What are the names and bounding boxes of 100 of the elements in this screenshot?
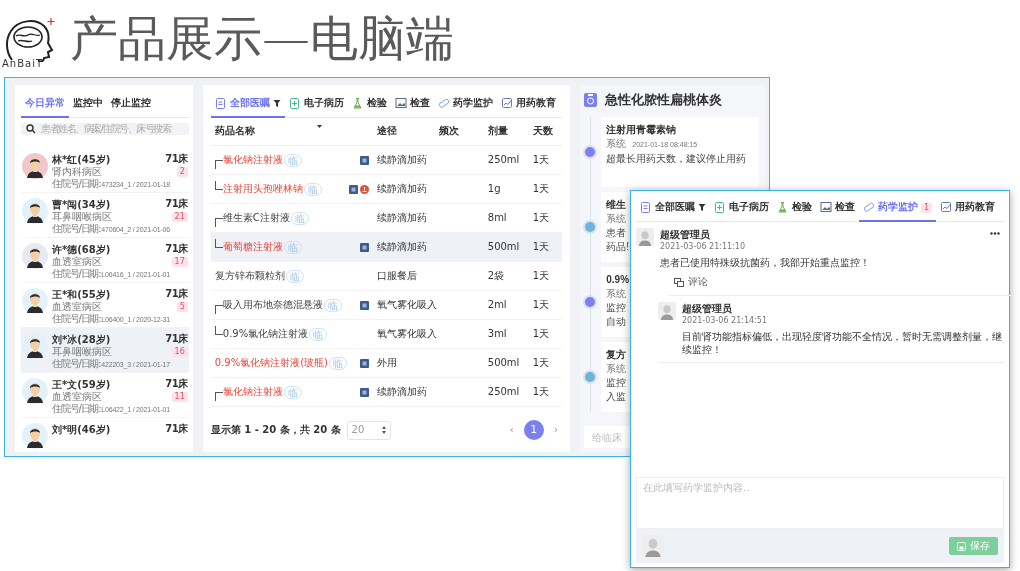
table-row[interactable]: 0.9%氯化钠注射液 临 氧气雾化吸入 3ml 1天 <box>210 320 563 349</box>
document-plus-icon <box>714 201 726 214</box>
table-cell-text: 1天 <box>531 385 551 399</box>
tab[interactable]: 监控中 <box>69 93 107 118</box>
table-cell-text: 续静滴加药 <box>375 153 428 167</box>
image-icon <box>394 97 407 110</box>
count-badge: 1 <box>921 202 933 213</box>
tab[interactable]: 停止监控 <box>107 93 155 118</box>
chart-icon <box>500 97 513 110</box>
tab[interactable]: 全部医嘱 <box>210 93 285 118</box>
table-cell-text: 2袋 <box>486 269 506 283</box>
table-row[interactable]: 葡萄糖注射液 临 续静滴加药 500ml 1天 <box>210 233 563 262</box>
table-cell-text: 1天 <box>531 356 551 370</box>
avatar <box>642 535 664 557</box>
updown-icon <box>381 426 386 434</box>
alert-message: 自动 <box>606 315 627 330</box>
document-plus-icon <box>288 97 301 110</box>
tab[interactable]: 检验 <box>347 93 391 118</box>
admission-label: 住院号/日期: <box>52 358 101 370</box>
drug-name: 0.9%氯化钠注射液(玻瓶) <box>214 356 328 370</box>
table-cell-text: 续静滴加药 <box>375 385 428 399</box>
bed-number: 71床 <box>165 423 188 436</box>
pill-icon <box>437 97 450 110</box>
tab[interactable]: 检查 <box>816 197 859 222</box>
column-header: 天数 <box>532 125 553 137</box>
comment-time: 2021-03-06 21:14:51 <box>682 314 767 326</box>
tab[interactable]: 药学监护 <box>433 93 497 118</box>
alert-count: 5 <box>176 302 188 312</box>
ward-name: 血透室病区 <box>52 256 102 268</box>
patient-name: 曹*闯(34岁) <box>52 198 111 211</box>
diagnosis-title: 急性化脓性扁桃体炎 <box>605 92 723 109</box>
table-row[interactable]: 氯化钠注射液 临 续静滴加药 250ml 1天 <box>210 146 563 175</box>
author-name: 超级管理员 <box>682 301 733 315</box>
alert-title: 复方 <box>606 348 627 363</box>
table-row[interactable]: 0.9%氯化钠注射液(玻瓶) 临 外用 500ml 1天 <box>210 349 563 378</box>
bed-number: 71床 <box>165 153 188 166</box>
table-row[interactable]: 氯化钠注射液 临 续静滴加药 250ml 1天 <box>210 378 563 407</box>
patient-name: 王*和(55岁) <box>52 288 111 301</box>
table-cell-text: 500ml <box>486 356 521 370</box>
column-header: 药品名称 <box>214 125 255 138</box>
drug-name: 维生素C注射液 <box>222 211 290 225</box>
comment-button[interactable]: 评论 <box>668 275 1012 296</box>
admission-label: 住院号/日期: <box>52 178 101 190</box>
bed-number: 71床 <box>165 378 188 391</box>
slide-title: 产品展示—电脑端 <box>70 14 454 62</box>
flask-icon <box>351 97 364 110</box>
admission-label: 住院号/日期: <box>52 403 101 415</box>
author-name: 超级管理员 <box>660 228 711 241</box>
patient-name: 王*文(59岁) <box>52 378 111 391</box>
sort-icon[interactable] <box>316 125 322 128</box>
table-row[interactable]: 复方锌布颗粒剂 临 口服餐后 2袋 1天 <box>210 262 563 291</box>
patient-item[interactable]: 刘*明(46岁) 71床 <box>21 418 189 452</box>
comment-icon <box>674 277 684 287</box>
drug-name: 注射用头孢唑林钠 <box>222 182 303 196</box>
table-cell-text: 外用 <box>375 356 398 370</box>
table-cell-text: 2ml <box>486 298 508 312</box>
table-row[interactable]: 吸入用布地奈德混悬液 临 氧气雾化吸入 2ml 1天 <box>210 291 563 320</box>
flask-icon <box>777 201 789 214</box>
alert-count: 17 <box>171 257 188 267</box>
tab[interactable]: 药学监护 1 <box>859 197 937 222</box>
table-cell-text: 1天 <box>531 211 551 225</box>
tab[interactable]: 用药教育 <box>936 197 1000 222</box>
drug-name: 葡萄糖注射液 <box>222 240 283 254</box>
alert-message: 监控 <box>606 376 627 391</box>
pagination-summary: 显示第 1 - 20 条，共 20 条 <box>210 423 341 437</box>
alert-title: 注射用青霉素钠 <box>606 123 677 138</box>
table-cell-text: 1天 <box>531 240 551 254</box>
filter-icon[interactable] <box>698 203 706 212</box>
alert-message: 患者 <box>606 226 627 241</box>
logo-text: AnBaiT <box>2 57 44 70</box>
table-cell-text: 250ml <box>486 385 521 399</box>
tab[interactable]: 电子病历 <box>284 93 348 118</box>
tab[interactable]: 今日异常 <box>21 93 69 118</box>
alert-message: 入监 <box>606 390 627 405</box>
tab[interactable]: 全部医嘱 <box>636 197 710 222</box>
alert-message: 药品! <box>606 240 630 255</box>
ward-name: 耳鼻咽喉病区 <box>52 211 112 223</box>
drug-name: 0.9%氯化钠注射液 <box>222 327 309 341</box>
table-cell-text: 氧气雾化吸入 <box>375 298 435 312</box>
tab[interactable]: 检验 <box>773 197 816 222</box>
table-cell-text: 1天 <box>531 153 551 167</box>
tab[interactable]: 用药教育 <box>496 93 560 118</box>
bed-number: 71床 <box>165 288 188 301</box>
tab[interactable]: 电子病历 <box>710 197 773 222</box>
alert-count: 21 <box>171 212 188 222</box>
admission-label: 住院号/日期: <box>52 223 101 235</box>
tab[interactable]: 检查 <box>390 93 434 118</box>
table-row[interactable]: 注射用头孢唑林钠 临 续静滴加药 1g 1天 <box>210 175 563 204</box>
more-icon[interactable] <box>990 232 1000 235</box>
bed-number: 71床 <box>165 333 188 346</box>
table-cell-text: 3ml <box>486 327 508 341</box>
clipboard-icon <box>640 201 652 214</box>
search-field[interactable]: 患者姓名、病案/住院号、床号搜索 <box>21 122 189 135</box>
table-cell-text: 500ml <box>486 240 521 254</box>
avatar <box>658 301 676 320</box>
drug-name: 氯化钠注射液 <box>222 153 283 167</box>
patient-name: 许*德(68岁) <box>52 243 111 256</box>
clipboard-icon <box>584 93 598 108</box>
filter-icon[interactable] <box>272 99 281 108</box>
table-cell-text: 续静滴加药 <box>375 182 428 196</box>
